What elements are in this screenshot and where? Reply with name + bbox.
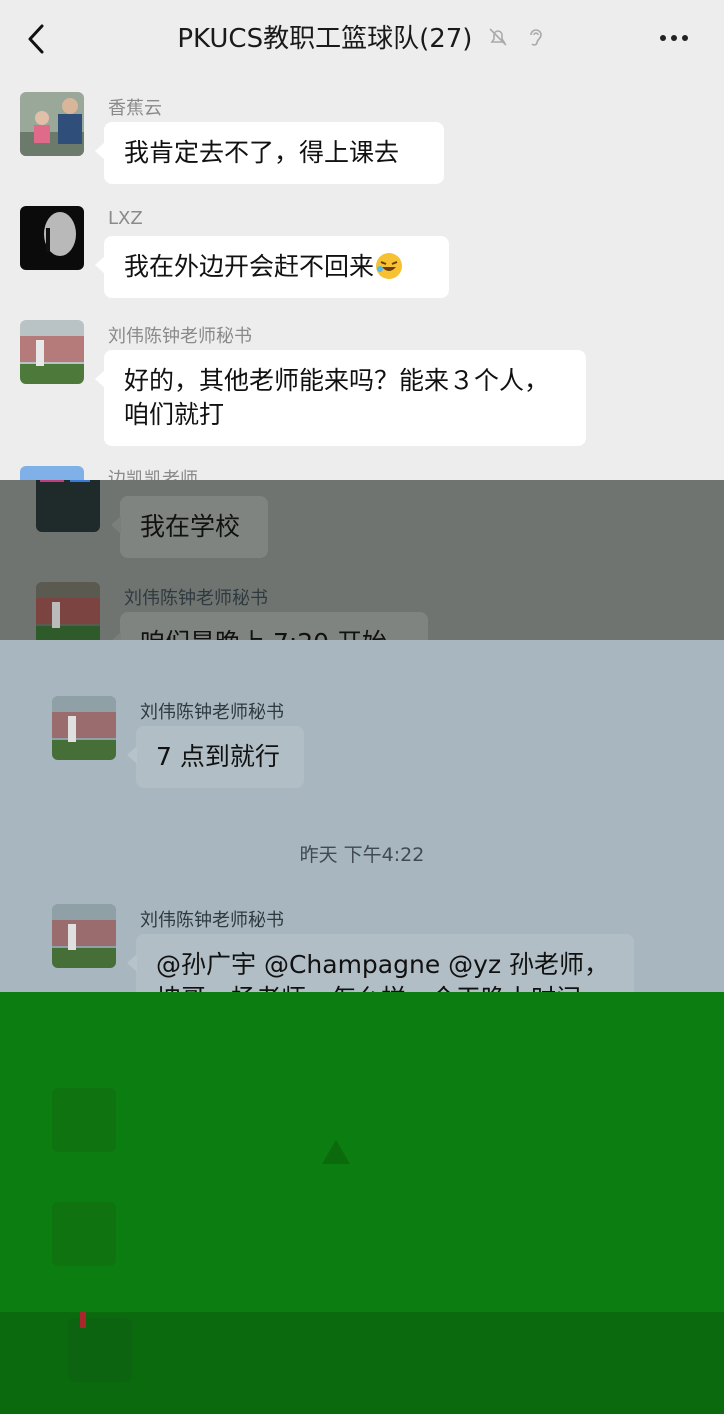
message-bubble[interactable]: 好的，其他老师能来吗？能来３个人， 咱们就打 xyxy=(95,350,586,446)
avatar xyxy=(52,1202,116,1266)
message-item: 刘伟陈钟老师秘书 好的，其他老师能来吗？能来３个人， 咱们就打 xyxy=(20,320,710,460)
play-triangle-icon xyxy=(322,1140,350,1164)
avatar[interactable] xyxy=(20,92,84,156)
avatar xyxy=(52,1088,116,1152)
avatar[interactable] xyxy=(20,320,84,384)
sender-name: LXZ xyxy=(108,208,143,229)
chat-header: PKUCS教职工篮球队(27) xyxy=(0,0,724,78)
chat-title: PKUCS教职工篮球队(27) xyxy=(177,24,473,54)
message-item: 刘伟陈钟老师秘书 7 点到就行 xyxy=(52,696,724,796)
message-item: 刘伟陈钟老师秘书 咱们是晚上 7:20 开始 xyxy=(36,582,724,640)
avatar[interactable] xyxy=(36,582,100,640)
glitch-band-gray: 我在学校 刘伟陈钟老师秘书 咱们是晚上 7:20 开始 xyxy=(0,480,724,640)
message-item: 我在学校 xyxy=(36,480,724,570)
message-bubble[interactable]: 我在外边开会赶不回来 xyxy=(95,236,449,298)
message-bubble[interactable]: 7 点到就行 xyxy=(127,726,304,788)
laughing-emoji-icon xyxy=(376,253,403,279)
message-item: LXZ 我在外边开会赶不回来 xyxy=(20,206,710,306)
ear-icon xyxy=(529,28,542,46)
sender-name: 香蕉云 xyxy=(108,98,162,119)
sender-name: 刘伟陈钟老师秘书 xyxy=(124,588,268,609)
timestamp: 昨天 下午4:22 xyxy=(299,844,425,866)
message-item: 刘伟陈钟老师秘书 @孙广宇 @Champagne @yz 孙老师， 坤哥，杨老师… xyxy=(52,904,724,992)
avatar[interactable] xyxy=(52,696,116,760)
sender-name: 刘伟陈钟老师秘书 xyxy=(140,702,284,723)
glitch-band-blue: 刘伟陈钟老师秘书 7 点到就行 昨天 下午4:22 刘伟陈钟老师秘书 @孙广宇 … xyxy=(0,640,724,992)
avatar[interactable] xyxy=(36,480,100,532)
message-bubble[interactable]: @孙广宇 @Champagne @yz 孙老师， 坤哥，杨老师，怎么样，今天晚上… xyxy=(127,934,634,992)
avatar xyxy=(20,466,84,480)
message-bubble[interactable]: 我在学校 xyxy=(111,496,268,558)
message-item: 香蕉云 我肯定去不了，得上课去 xyxy=(20,92,710,192)
more-dots-icon[interactable] xyxy=(660,26,696,50)
avatar[interactable] xyxy=(52,904,116,968)
sender-name: 刘伟陈钟老师秘书 xyxy=(108,326,252,347)
glitch-band-green xyxy=(0,992,724,1414)
sender-name: 边凯凯老师 xyxy=(108,469,198,480)
glitch-band-dark-green xyxy=(0,1312,724,1414)
avatar[interactable] xyxy=(20,206,84,270)
bell-off-icon xyxy=(488,27,507,46)
message-bubble[interactable]: 我肯定去不了，得上课去 xyxy=(95,122,444,184)
message-bubble[interactable]: 咱们是晚上 7:20 开始 xyxy=(111,612,428,640)
avatar xyxy=(68,1318,132,1382)
sender-name: 刘伟陈钟老师秘书 xyxy=(140,910,284,931)
